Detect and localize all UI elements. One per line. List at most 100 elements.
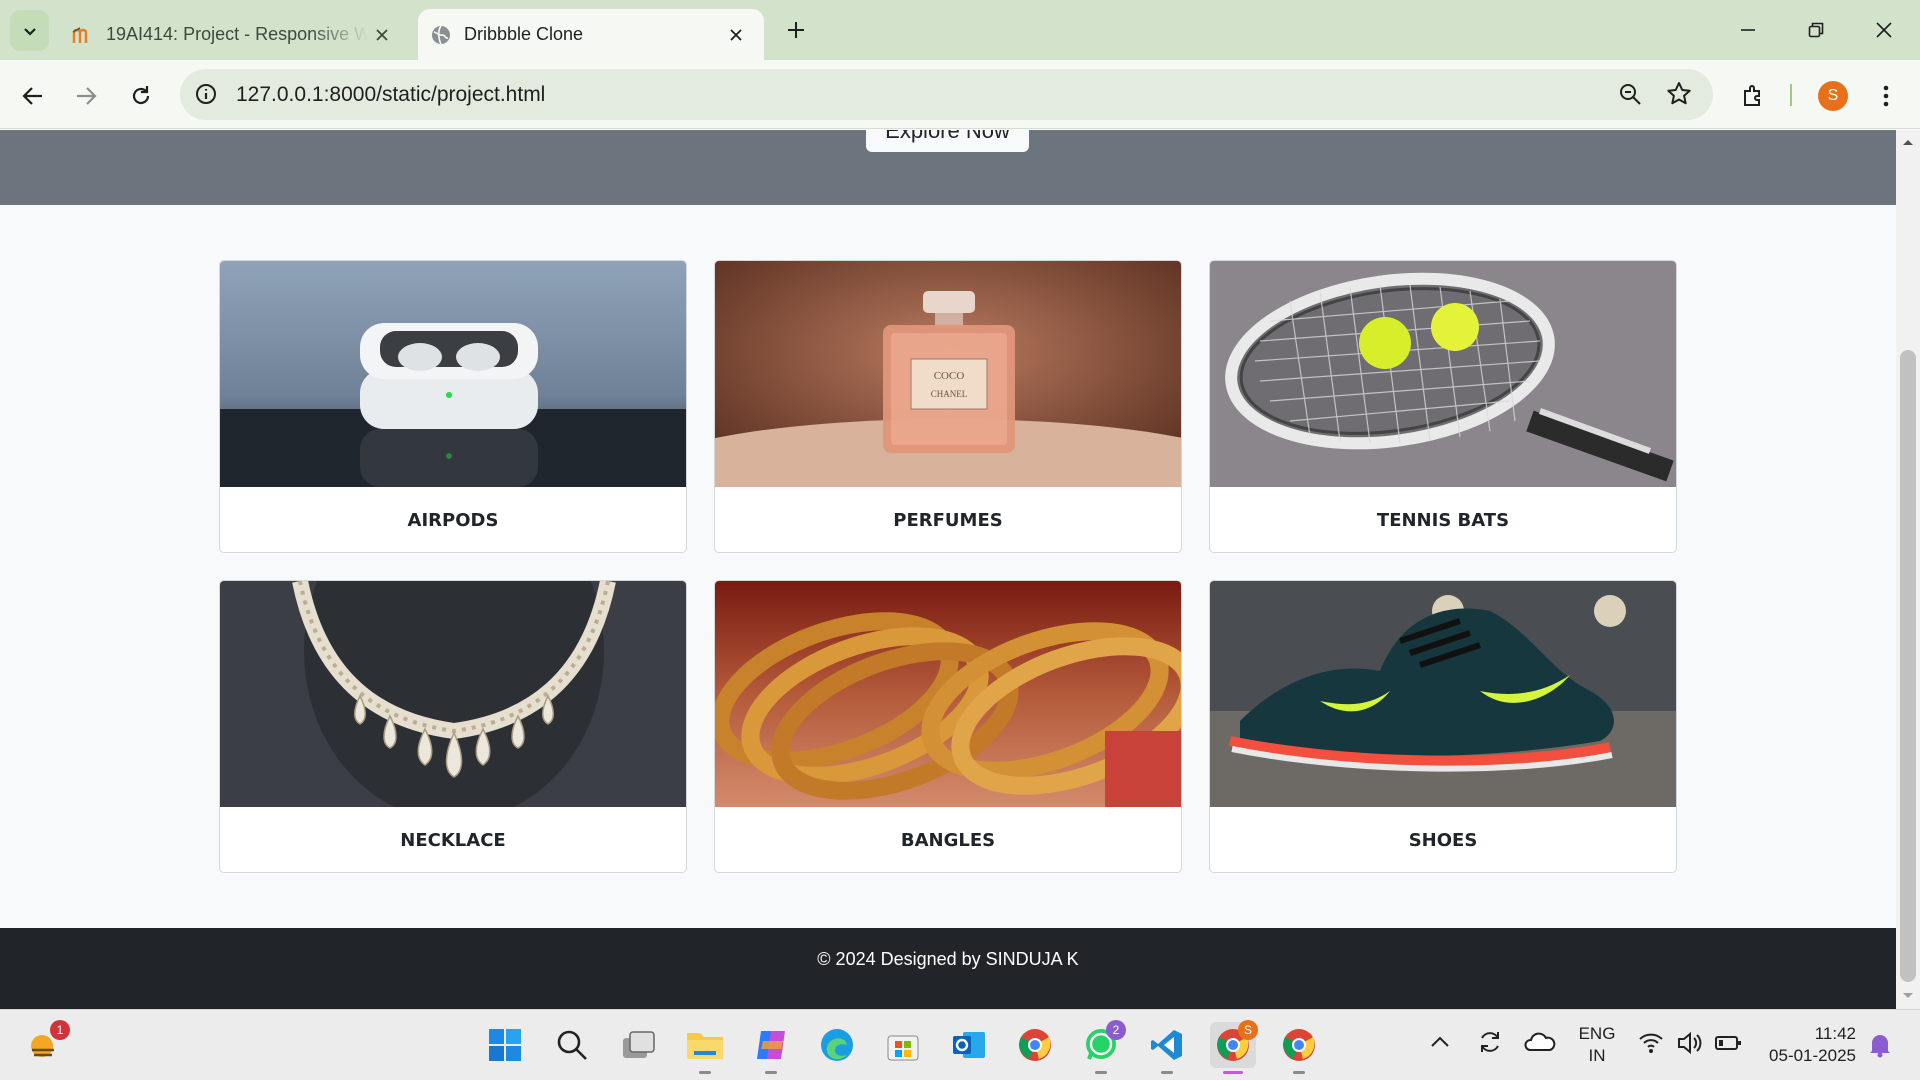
card-label: AIRPODS — [407, 509, 499, 531]
minimize-button[interactable] — [1728, 12, 1768, 48]
vscode-button[interactable] — [1144, 1022, 1190, 1074]
onedrive-tray-icon[interactable] — [1524, 1030, 1556, 1059]
back-arrow-icon — [22, 87, 42, 105]
product-card-tennis-bats[interactable]: TENNIS BATS — [1209, 260, 1677, 553]
card-label: BANGLES — [900, 829, 996, 851]
tab-strip: 19AI414: Project - Responsive W Dribbble… — [0, 0, 1920, 60]
svg-text:COCO: COCO — [934, 370, 965, 382]
edge-button[interactable] — [814, 1022, 860, 1068]
start-button[interactable] — [482, 1022, 528, 1068]
chrome-second-button[interactable] — [1276, 1022, 1322, 1074]
moodle-icon — [72, 26, 88, 43]
puzzle-icon — [1744, 85, 1760, 106]
tab-title: 19AI414: Project - Responsive W — [106, 24, 368, 44]
running-indicator — [765, 1071, 777, 1074]
profile-button[interactable]: S — [1813, 76, 1853, 116]
plus-icon — [788, 22, 804, 38]
new-tab-button[interactable] — [782, 16, 810, 44]
chrome-button[interactable] — [1012, 1022, 1058, 1068]
tab-search-button[interactable] — [10, 10, 49, 51]
site-info-icon[interactable] — [194, 82, 218, 106]
globe-icon — [432, 25, 450, 44]
profile-badge: S — [1238, 1020, 1258, 1040]
task-view-button[interactable] — [616, 1022, 662, 1068]
close-tab-icon[interactable] — [368, 28, 396, 42]
hero-section: Explore Now — [0, 130, 1896, 205]
shoes-image — [1210, 581, 1676, 807]
store-icon — [887, 1035, 919, 1061]
url-text[interactable]: 127.0.0.1:8000/static/project.html — [236, 83, 545, 107]
page-viewport: Explore Now AIRPODS COCO CHANEL PERFUMES… — [0, 130, 1896, 1009]
restore-button[interactable] — [1796, 12, 1836, 48]
battery-icon — [1715, 1036, 1741, 1050]
volume-icon — [1678, 1031, 1702, 1055]
whatsapp-button[interactable]: 2 — [1078, 1020, 1126, 1074]
explore-now-button[interactable]: Explore Now — [866, 130, 1029, 152]
notification-badge: 1 — [50, 1020, 70, 1040]
windows-taskbar: 1 2 S ENG IN 11:42 05-01-2025 — [0, 1009, 1920, 1080]
wifi-icon — [1639, 1033, 1663, 1053]
copilot-icon — [757, 1031, 785, 1059]
bookmark-star-icon[interactable] — [1666, 81, 1692, 107]
product-card-bangles[interactable]: BANGLES — [714, 580, 1182, 873]
close-window-button[interactable] — [1864, 12, 1904, 48]
reload-icon — [132, 86, 150, 105]
product-card-perfumes[interactable]: COCO CHANEL PERFUMES — [714, 260, 1182, 553]
card-label: SHOES — [1408, 829, 1478, 851]
file-explorer-button[interactable] — [682, 1022, 728, 1074]
system-tray-status[interactable] — [1638, 1030, 1742, 1056]
scroll-up-icon[interactable] — [1902, 138, 1914, 146]
page-footer: © 2024 Designed by SINDUJA K — [0, 928, 1896, 1009]
chrome-profile-button[interactable]: S — [1210, 1020, 1258, 1074]
reload-button[interactable] — [121, 76, 161, 116]
forward-button[interactable] — [66, 76, 106, 116]
tennis-racket-image — [1210, 261, 1676, 487]
language-indicator[interactable]: ENG IN — [1572, 1023, 1622, 1067]
sync-tray-icon[interactable] — [1476, 1028, 1504, 1061]
chevron-up-icon — [1431, 1036, 1449, 1047]
running-indicator — [1161, 1071, 1173, 1074]
zoom-icon[interactable] — [1618, 82, 1642, 106]
product-card-necklace[interactable]: NECKLACE — [219, 580, 687, 873]
notification-badge: 2 — [1106, 1020, 1126, 1040]
perfume-image: COCO CHANEL — [715, 261, 1181, 487]
bell-icon — [1870, 1035, 1890, 1058]
avatar: S — [1818, 81, 1848, 111]
card-label: PERFUMES — [893, 509, 1003, 531]
product-card-shoes[interactable]: SHOES — [1209, 580, 1677, 873]
tab-project[interactable]: 19AI414: Project - Responsive W — [58, 9, 410, 60]
restore-icon — [1808, 22, 1824, 38]
search-button[interactable] — [549, 1022, 595, 1068]
back-button[interactable] — [13, 76, 53, 116]
necklace-image — [220, 581, 686, 807]
address-bar[interactable]: 127.0.0.1:8000/static/project.html — [180, 69, 1713, 120]
running-indicator — [1095, 1071, 1107, 1074]
tab-dribbble-clone[interactable]: Dribbble Clone — [418, 9, 764, 60]
notifications-button[interactable] — [1868, 1032, 1892, 1063]
weather-widget[interactable]: 1 — [22, 1020, 70, 1068]
windows-logo-icon — [489, 1029, 521, 1061]
language-code: ENG — [1578, 1024, 1616, 1043]
svg-text:CHANEL: CHANEL — [931, 389, 968, 399]
scrollbar-thumb[interactable] — [1900, 350, 1916, 982]
outlook-button[interactable] — [946, 1022, 992, 1068]
store-button[interactable] — [880, 1022, 926, 1068]
product-card-airpods[interactable]: AIRPODS — [219, 260, 687, 553]
bangles-image — [715, 581, 1181, 807]
active-indicator — [1223, 1071, 1243, 1074]
footer-text: © 2024 Designed by SINDUJA K — [817, 949, 1079, 969]
chrome-icon — [1019, 1029, 1051, 1061]
clock[interactable]: 11:42 05-01-2025 — [1752, 1023, 1856, 1067]
search-icon — [557, 1030, 587, 1060]
folder-icon — [687, 1033, 723, 1059]
scroll-down-icon[interactable] — [1902, 992, 1914, 1000]
kebab-menu-icon — [1883, 85, 1889, 107]
copilot-button[interactable] — [748, 1022, 794, 1074]
close-tab-icon[interactable] — [722, 28, 750, 42]
region-code: IN — [1588, 1046, 1606, 1065]
cloud-icon — [1524, 1032, 1556, 1051]
menu-button[interactable] — [1866, 76, 1906, 116]
extensions-button[interactable] — [1733, 76, 1773, 116]
tray-overflow-button[interactable] — [1430, 1034, 1450, 1053]
browser-toolbar: 127.0.0.1:8000/static/project.html S — [0, 60, 1920, 129]
